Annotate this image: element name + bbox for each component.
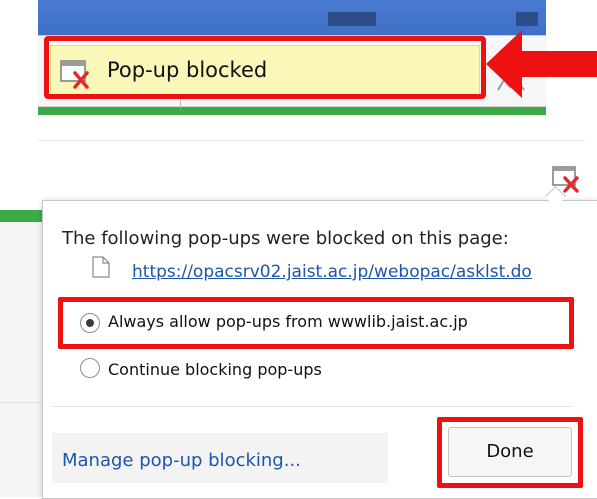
continue-blocking-radio[interactable]: [80, 358, 100, 378]
highlight-box: [44, 36, 486, 99]
divider: [52, 406, 572, 407]
continue-blocking-label[interactable]: Continue blocking pop-ups: [108, 360, 322, 379]
page-accent-bar: [38, 107, 546, 115]
blocked-popup-link[interactable]: https://opacsrv02.jaist.ac.jp/webopac/as…: [132, 262, 532, 282]
always-allow-label[interactable]: Always allow pop-ups from wwwlib.jaist.a…: [108, 312, 468, 331]
bubble-title: The following pop-ups were blocked on th…: [62, 228, 509, 249]
highlight-box: [437, 417, 583, 488]
page-background: [0, 222, 42, 497]
toolbar-segment: [516, 12, 538, 26]
arrow-pointer: [486, 30, 597, 102]
always-allow-radio[interactable]: [80, 313, 100, 333]
browser-toolbar: [38, 0, 546, 35]
page-accent-bar: [0, 210, 42, 222]
divider: [38, 140, 585, 141]
divider: [0, 402, 42, 403]
radio-selected-dot: [86, 319, 94, 327]
manage-popup-blocking-link[interactable]: Manage pop-up blocking...: [62, 450, 301, 471]
toolbar-segment: [328, 12, 376, 26]
document-icon: [92, 256, 110, 282]
